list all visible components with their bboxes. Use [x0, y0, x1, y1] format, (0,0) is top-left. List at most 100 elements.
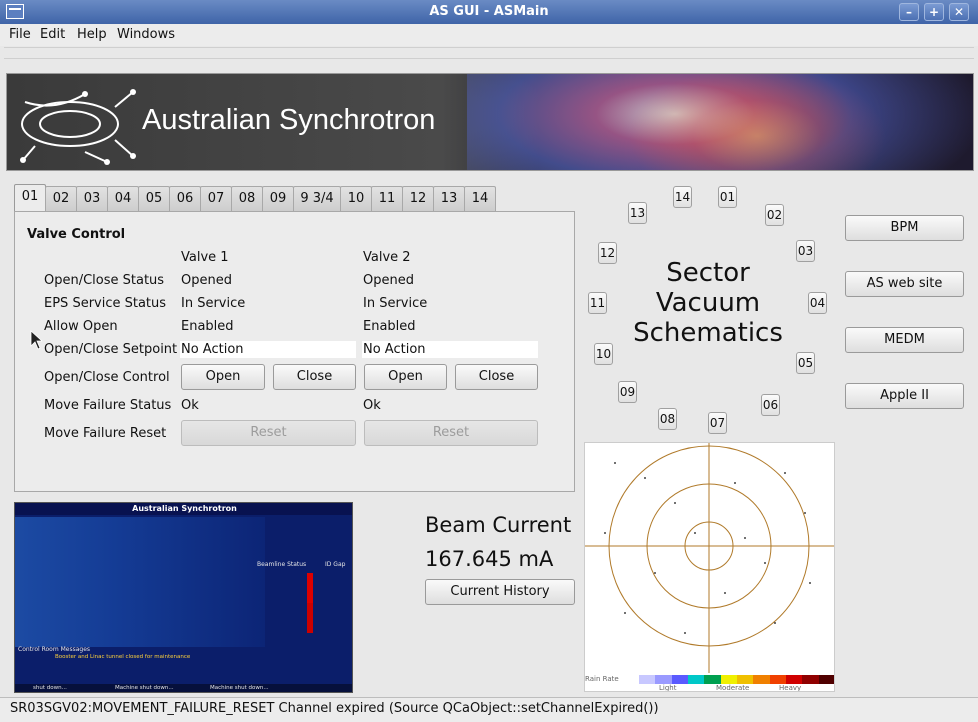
sector-button-07[interactable]: 07	[708, 412, 727, 434]
valve-1-close-button[interactable]: Close	[273, 364, 356, 390]
sector-button-11[interactable]: 11	[588, 292, 607, 314]
tab-09[interactable]: 09	[262, 186, 294, 211]
radar-legend-swatch	[639, 675, 656, 684]
radar-legend-light: Light	[659, 684, 677, 692]
thumbnail-shutdown-1: shut down...	[33, 685, 67, 691]
radar-legend-heavy: Heavy	[779, 684, 802, 692]
open-close-control-label: Open/Close Control	[44, 370, 170, 385]
radar-legend-scale	[639, 675, 834, 684]
tab-10[interactable]: 10	[340, 186, 372, 211]
sector-button-12[interactable]: 12	[598, 242, 617, 264]
thumbnail-message: Booster and Linac tunnel closed for main…	[55, 654, 191, 660]
sector-button-06[interactable]: 06	[761, 394, 780, 416]
menu-help[interactable]: Help	[77, 27, 107, 42]
menu-edit[interactable]: Edit	[40, 27, 65, 42]
radar-legend-swatch	[655, 675, 672, 684]
radar-legend-swatch	[818, 675, 834, 684]
radar-legend-swatch	[785, 675, 803, 684]
open-close-setpoint-label: Open/Close Setpoint	[44, 342, 178, 357]
valve-2-status: Opened	[363, 273, 414, 288]
valve-2-close-button[interactable]: Close	[455, 364, 538, 390]
window-menu-icon[interactable]	[6, 4, 24, 19]
weather-radar-map[interactable]: Rain Rate Light Moderate Heavy	[584, 442, 835, 692]
synchrotron-logo-icon	[20, 89, 136, 165]
sector-button-02[interactable]: 02	[765, 204, 784, 226]
allow-open-label: Allow Open	[44, 319, 118, 334]
valve-2-open-button[interactable]: Open	[364, 364, 447, 390]
eps-service-status-label: EPS Service Status	[44, 296, 167, 311]
tab-06[interactable]: 06	[169, 186, 201, 211]
menu-file[interactable]: File	[9, 27, 31, 42]
radar-map-graphic	[585, 443, 834, 673]
maximize-icon[interactable]: +	[924, 3, 944, 21]
valve-1-status: Opened	[181, 273, 232, 288]
beam-current-value: 167.645 mA	[425, 547, 554, 571]
status-bar: SR03SGV02:MOVEMENT_FAILURE_RESET Channel…	[0, 697, 978, 722]
sector-button-10[interactable]: 10	[594, 343, 613, 365]
tab-02[interactable]: 02	[45, 186, 77, 211]
valve-2-reset-button[interactable]: Reset	[364, 420, 538, 446]
mouse-cursor-icon	[30, 330, 42, 350]
tab-11[interactable]: 11	[371, 186, 403, 211]
bpm-button[interactable]: BPM	[845, 215, 964, 241]
close-icon[interactable]: ✕	[949, 3, 969, 21]
radar-legend-swatch	[720, 675, 737, 684]
thumbnail-title: Australian Synchrotron	[15, 503, 352, 515]
radar-legend-swatch	[704, 675, 721, 684]
tab-13[interactable]: 13	[433, 186, 465, 211]
menu-windows[interactable]: Windows	[117, 27, 175, 42]
thumbnail-messages-label: Control Room Messages	[18, 646, 91, 653]
tab-07[interactable]: 07	[200, 186, 232, 211]
toolbar-strip	[4, 47, 974, 59]
valve-1-reset-button[interactable]: Reset	[181, 420, 356, 446]
tab-9-3-4[interactable]: 9 3/4	[293, 186, 341, 211]
thumbnail-beamline-status: Beamline Status	[257, 561, 307, 568]
sector-button-09[interactable]: 09	[618, 381, 637, 403]
banner: Australian Synchrotron	[6, 73, 974, 171]
sector-vacuum-schematics-title: Sector Vacuum Schematics	[633, 258, 783, 348]
as-web-site-button[interactable]: AS web site	[845, 271, 964, 297]
sector-button-05[interactable]: 05	[796, 352, 815, 374]
radar-legend-swatch	[802, 675, 819, 684]
control-room-status-thumbnail[interactable]: Australian Synchrotron Beamline Status I…	[14, 502, 353, 693]
thumbnail-shutdown-3: Machine shut down...	[210, 685, 269, 691]
current-history-button[interactable]: Current History	[425, 579, 575, 605]
valve-2-header: Valve 2	[363, 250, 411, 265]
valve-2-setpoint[interactable]: No Action	[362, 341, 538, 358]
valve-2-eps: In Service	[363, 296, 428, 311]
valve-1-setpoint[interactable]: No Action	[180, 341, 356, 358]
minimize-icon[interactable]: –	[899, 3, 919, 21]
thumbnail-shutdown-2: Machine shut down...	[115, 685, 174, 691]
sector-button-13[interactable]: 13	[628, 202, 647, 224]
banner-title: Australian Synchrotron	[142, 104, 436, 136]
tab-14[interactable]: 14	[464, 186, 496, 211]
tab-12[interactable]: 12	[402, 186, 434, 211]
tab-05[interactable]: 05	[138, 186, 170, 211]
menu-bar: File Edit Help Windows	[0, 24, 978, 46]
sector-button-01[interactable]: 01	[718, 186, 737, 208]
sector-button-14[interactable]: 14	[673, 186, 692, 208]
radar-legend-swatch	[687, 675, 705, 684]
valve-1-open-button[interactable]: Open	[181, 364, 265, 390]
sector-button-03[interactable]: 03	[796, 240, 815, 262]
valve-1-move-failure-status: Ok	[181, 398, 199, 413]
tab-01[interactable]: 01	[14, 184, 46, 213]
sector-button-04[interactable]: 04	[808, 292, 827, 314]
tab-04[interactable]: 04	[107, 186, 139, 211]
apple-ii-button[interactable]: Apple II	[845, 383, 964, 409]
tab-08[interactable]: 08	[231, 186, 263, 211]
radar-legend-moderate: Moderate	[716, 684, 750, 692]
valve-1-allow: Enabled	[181, 319, 234, 334]
valve-control-panel: Valve Control Valve 1 Valve 2 Open/Close…	[14, 211, 575, 492]
radar-legend-swatch	[736, 675, 754, 684]
valve-2-move-failure-status: Ok	[363, 398, 381, 413]
window-title: AS GUI - ASMain	[429, 4, 549, 19]
valve-control-title: Valve Control	[27, 227, 126, 242]
medm-button[interactable]: MEDM	[845, 327, 964, 353]
open-close-status-label: Open/Close Status	[44, 273, 165, 288]
beam-current-label: Beam Current	[425, 513, 572, 537]
valve-2-allow: Enabled	[363, 319, 416, 334]
tab-03[interactable]: 03	[76, 186, 108, 211]
sector-button-08[interactable]: 08	[658, 408, 677, 430]
move-failure-reset-label: Move Failure Reset	[44, 426, 167, 441]
